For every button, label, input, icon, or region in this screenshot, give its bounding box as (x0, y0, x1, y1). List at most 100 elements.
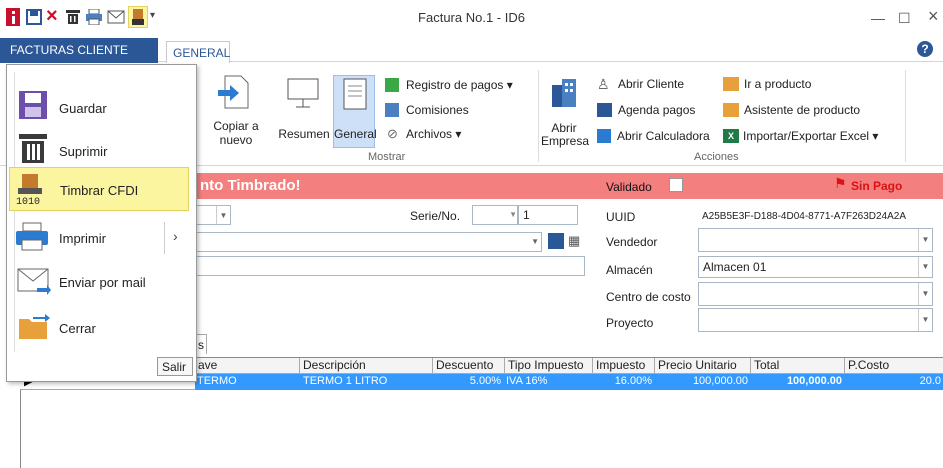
grid-icon[interactable]: ▦ (568, 233, 580, 249)
close-folder-icon (19, 314, 50, 339)
abrir-calculadora-button[interactable]: Abrir Calculadora (597, 129, 722, 145)
abrir-cliente-button[interactable]: ♙ Abrir Cliente (597, 76, 707, 93)
ir-producto-button[interactable]: Ir a producto (723, 77, 843, 93)
minimize-button[interactable]: — (871, 10, 885, 26)
almacen-value: Almacen 01 (703, 260, 767, 274)
close-button[interactable]: × (928, 6, 939, 27)
guardar-label: Guardar (59, 101, 107, 116)
chevron-down-icon: ▼ (918, 309, 932, 331)
cerrar-label: Cerrar (59, 321, 96, 336)
flag-icon: ⚑ (834, 175, 847, 191)
tipo-field[interactable]: ▼ (195, 205, 231, 225)
agenda-pagos-label: Agenda pagos (618, 103, 696, 117)
status-banner-text: nto Timbrado! (200, 177, 301, 194)
copiar-label-2: nuevo (219, 133, 253, 147)
chevron-down-icon: ▼ (918, 257, 932, 277)
col-p-costo[interactable]: P.Costo (845, 358, 943, 374)
col-impuesto[interactable]: Impuesto (593, 358, 655, 374)
svg-text:1010: 1010 (16, 197, 40, 206)
serie-field[interactable]: ▼ (472, 205, 518, 225)
proyecto-select[interactable]: ▼ (698, 308, 933, 332)
cell-total: 100,000.00 (786, 375, 842, 387)
validado-checkbox[interactable] (669, 178, 683, 192)
maximize-button[interactable]: ☐ (898, 10, 911, 27)
product-icon (723, 77, 739, 91)
comisiones-button[interactable]: Comisiones (385, 103, 505, 119)
trash-icon (19, 134, 47, 163)
registro-pagos-button[interactable]: Registro de pagos ▾ (385, 78, 535, 94)
tab-facturas-cliente[interactable]: FACTURAS CLIENTE (0, 38, 158, 63)
menu-item-timbrar-cfdi[interactable]: 1010 Timbrar CFDI (9, 167, 189, 211)
help-icon[interactable]: ? (917, 41, 933, 57)
importar-excel-button[interactable]: X Importar/Exportar Excel ▾ (723, 129, 903, 145)
col-total[interactable]: Total (751, 358, 845, 374)
col-tipo-impuesto[interactable]: Tipo Impuesto (505, 358, 593, 374)
chevron-down-icon: ▼ (918, 283, 932, 305)
asistente-producto-label: Asistente de producto (744, 103, 861, 117)
commissions-icon (385, 103, 399, 117)
vendedor-select[interactable]: ▼ (698, 228, 933, 252)
payments-icon (385, 78, 399, 92)
resumen-label: Resumen (278, 127, 330, 141)
menu-item-imprimir[interactable]: Imprimir › (9, 216, 189, 260)
truck-icon[interactable] (548, 233, 564, 249)
numero-value: 1 (523, 208, 530, 222)
mostrar-group-label: Mostrar (368, 151, 406, 163)
agenda-pagos-button[interactable]: Agenda pagos (597, 103, 717, 119)
chevron-down-icon: ▼ (918, 229, 932, 251)
cell-p-costo: 20.0 (919, 375, 941, 387)
salir-button[interactable]: Salir (157, 357, 193, 376)
direccion-field[interactable] (195, 256, 585, 276)
col-descripcion[interactable]: Descripción (300, 358, 433, 374)
resumen-button[interactable]: Resumen (274, 75, 332, 155)
cell-descripcion: TERMO 1 LITRO (303, 375, 388, 387)
uuid-value: A25B5E3F-D188-4D04-8771-A7F263D24A2A (702, 211, 907, 222)
cell-tipo-impuesto: IVA 16% (506, 375, 548, 387)
chevron-down-icon: ▼ (509, 210, 517, 219)
col-descuento[interactable]: Descuento (433, 358, 505, 374)
cell-descuento: 5.00% (469, 375, 501, 387)
wizard-icon (723, 103, 739, 117)
ribbon-divider (905, 70, 906, 162)
ir-producto-label: Ir a producto (744, 77, 812, 91)
window-title: Factura No.1 - ID6 (418, 10, 525, 25)
document-icon (343, 78, 367, 110)
abrir-empresa-button[interactable]: Abrir Empresa (541, 75, 590, 155)
menu-item-enviar-mail[interactable]: Enviar por mail (9, 260, 189, 304)
stamp-icon: 1010 (16, 174, 42, 206)
cell-impuesto: 16.00% (614, 375, 652, 387)
copiar-nuevo-button[interactable]: Copiar a nuevo (203, 75, 263, 155)
abrir-empresa-label-2: Empresa (541, 134, 590, 148)
cliente-field[interactable]: ▼ (195, 232, 542, 252)
almacen-select[interactable]: Almacen 01 ▼ (698, 256, 933, 278)
validado-label: Validado (606, 180, 652, 194)
almacen-label: Almacén (606, 263, 653, 277)
title-bar: × ▾ Factura No.1 - ID6 — ☐ × (0, 0, 943, 38)
col-precio-unitario[interactable]: Precio Unitario (655, 358, 751, 374)
chevron-right-icon[interactable]: › (173, 228, 178, 244)
save-icon (19, 91, 47, 119)
asistente-producto-button[interactable]: Asistente de producto (723, 103, 883, 119)
imprimir-label: Imprimir (59, 231, 106, 246)
general-view-button[interactable]: General (333, 75, 377, 148)
cell-precio-unitario: 100,000.00 (692, 375, 748, 387)
centro-costo-select[interactable]: ▼ (698, 282, 933, 306)
archivos-label: Archivos ▾ (406, 127, 462, 141)
menu-item-cerrar[interactable]: Cerrar (9, 305, 189, 349)
enviar-mail-label: Enviar por mail (59, 275, 146, 290)
chevron-down-icon: ▼ (531, 237, 539, 246)
status-banner (195, 173, 943, 199)
menu-item-guardar[interactable]: Guardar (9, 85, 189, 129)
registro-pagos-label: Registro de pagos ▾ (406, 78, 513, 92)
tab-general[interactable]: GENERAL (166, 41, 230, 63)
submenu-divider (164, 222, 165, 254)
calculator-icon (597, 129, 611, 143)
general-view-label: General (334, 127, 377, 141)
person-icon: ♙ (597, 76, 610, 92)
numero-field[interactable]: 1 (518, 205, 578, 225)
col-clave[interactable]: ave (195, 358, 300, 374)
menu-item-suprimir[interactable]: Suprimir (9, 128, 189, 172)
archivos-button[interactable]: ⊘ Archivos ▾ (387, 126, 487, 143)
abrir-empresa-label-1: Abrir (551, 121, 577, 135)
importar-excel-label: Importar/Exportar Excel ▾ (743, 129, 879, 143)
